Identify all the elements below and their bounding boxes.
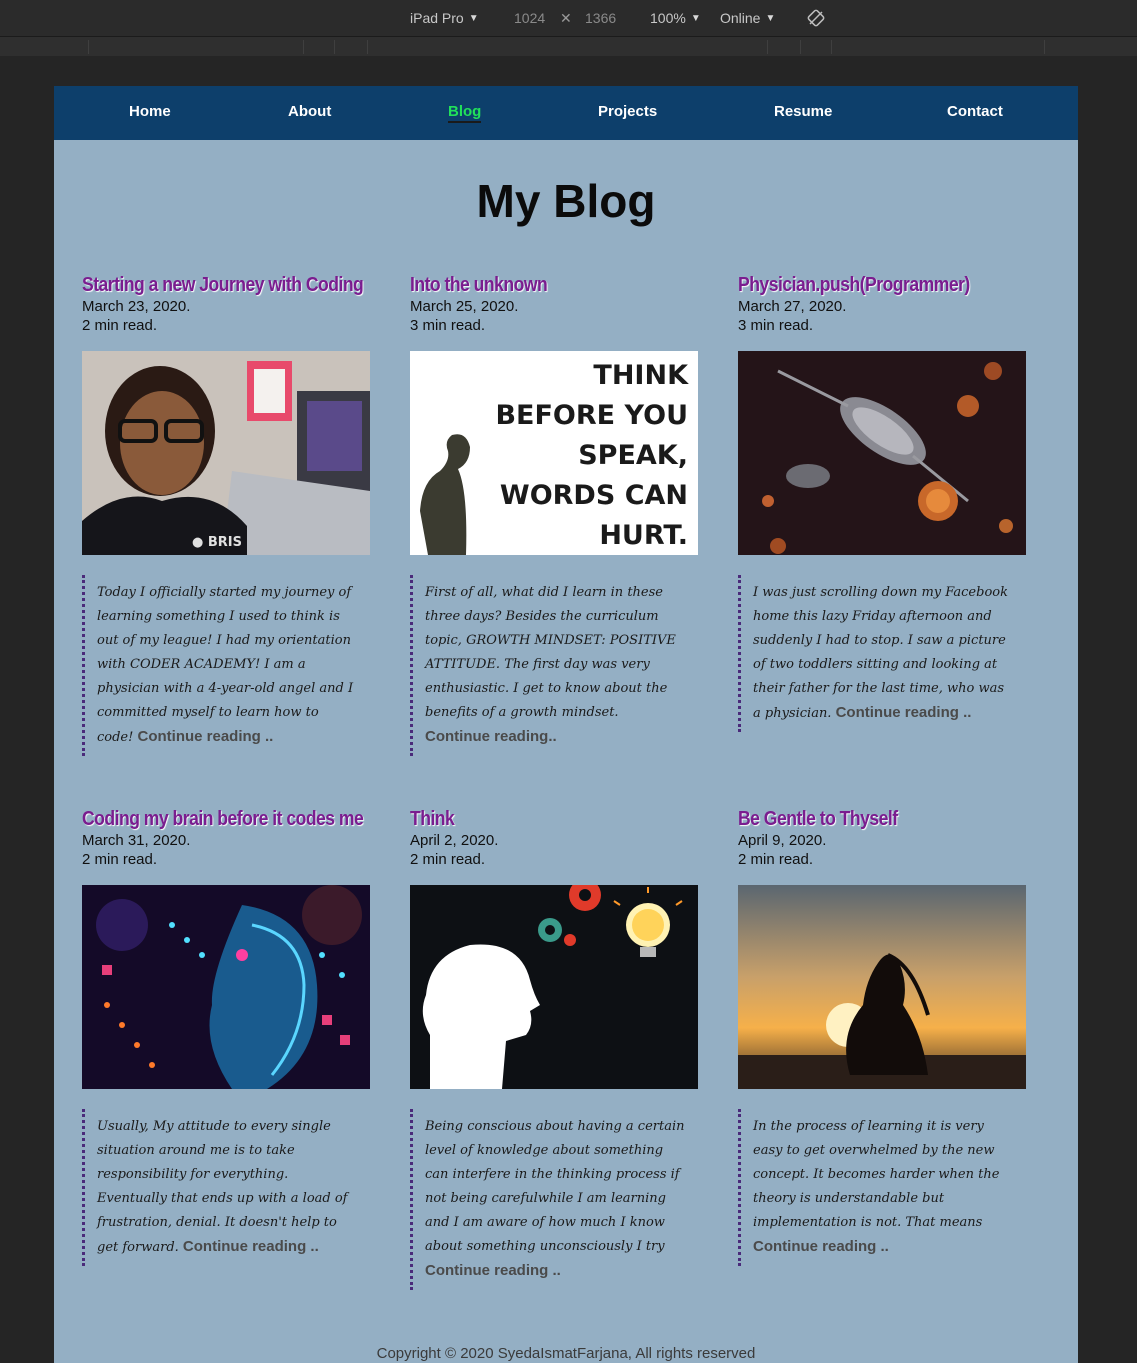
read-time: 2 min read.: [82, 851, 158, 868]
width-value: 1024: [514, 10, 546, 26]
device-toolbar: iPad Pro ▼ 1024 ✕ 1366 100% ▼ Online ▼: [0, 0, 1137, 37]
continue-reading-link[interactable]: Continue reading ..: [138, 728, 274, 745]
post-date: April 2, 2020.: [410, 832, 499, 849]
read-time: 2 min read.: [738, 851, 814, 868]
post-date: March 23, 2020.: [82, 298, 191, 315]
media-query-ruler: [0, 37, 1137, 56]
network-select[interactable]: Online ▼: [720, 10, 775, 26]
blog-card: Starting a new Journey with Coding March…: [82, 274, 372, 756]
blog-card: Into the unknown March 25, 2020. 3 min r…: [410, 274, 700, 756]
post-title[interactable]: Coding my brain before it codes me: [82, 808, 364, 831]
poster-line: SPEAK,: [578, 440, 688, 471]
post-image[interactable]: [738, 885, 1026, 1089]
excerpt-text: Being conscious about having a certain l…: [425, 1119, 685, 1254]
post-image[interactable]: [738, 351, 1026, 555]
continue-reading-link[interactable]: Continue reading ..: [836, 704, 972, 721]
zoom-select[interactable]: 100% ▼: [650, 10, 701, 26]
post-excerpt: In the process of learning it is very ea…: [738, 1109, 1015, 1266]
post-date: April 9, 2020.: [738, 832, 827, 849]
post-excerpt: First of all, what did I learn in these …: [410, 575, 687, 756]
nav-about[interactable]: About: [288, 103, 331, 120]
continue-reading-link[interactable]: Continue reading ..: [425, 1262, 561, 1279]
nav-home[interactable]: Home: [129, 103, 171, 120]
post-excerpt: I was just scrolling down my Facebook ho…: [738, 575, 1015, 732]
device-label: iPad Pro: [410, 10, 464, 26]
poster-line: WORDS CAN: [500, 480, 688, 511]
times-icon: ✕: [560, 10, 572, 26]
post-date: March 27, 2020.: [738, 298, 847, 315]
nav-resume[interactable]: Resume: [774, 103, 832, 120]
blog-card: Coding my brain before it codes me March…: [82, 808, 372, 1266]
nav-blog[interactable]: Blog: [448, 103, 482, 123]
continue-reading-link[interactable]: Continue reading ..: [183, 1238, 319, 1255]
device-select[interactable]: iPad Pro ▼: [410, 10, 479, 26]
continue-reading-link[interactable]: Continue reading..: [425, 728, 557, 745]
post-title[interactable]: Physician.push(Programmer): [738, 274, 970, 297]
post-image[interactable]: [410, 885, 698, 1089]
post-excerpt: Being conscious about having a certain l…: [410, 1109, 687, 1290]
chevron-down-icon: ▼: [468, 12, 479, 24]
height-value: 1366: [585, 10, 617, 26]
blog-card: Be Gentle to Thyself April 9, 2020. 2 mi…: [738, 808, 1028, 1266]
post-image[interactable]: THINK BEFORE YOU SPEAK, WORDS CAN HURT.: [410, 351, 698, 555]
nav-contact[interactable]: Contact: [947, 103, 1003, 120]
continue-reading-link[interactable]: Continue reading ..: [753, 1238, 889, 1255]
nav-projects[interactable]: Projects: [598, 103, 657, 120]
excerpt-text: Usually, My attitude to every single sit…: [97, 1119, 348, 1255]
rotate-icon[interactable]: [807, 9, 825, 27]
post-excerpt: Usually, My attitude to every single sit…: [82, 1109, 359, 1266]
post-date: March 25, 2020.: [410, 298, 519, 315]
post-title[interactable]: Into the unknown: [410, 274, 548, 297]
page-title: My Blog: [476, 175, 656, 227]
post-image[interactable]: ● BRIS: [82, 351, 370, 555]
read-time: 3 min read.: [738, 317, 814, 334]
excerpt-text: I was just scrolling down my Facebook ho…: [753, 585, 1008, 721]
read-time: 2 min read.: [82, 317, 158, 334]
poster-line: HURT.: [599, 520, 688, 551]
excerpt-text: Today I officially started my journey of…: [97, 585, 354, 745]
network-label: Online: [720, 10, 761, 26]
height-input[interactable]: 1366: [585, 10, 616, 26]
post-title[interactable]: Starting a new Journey with Coding: [82, 274, 364, 297]
page-viewport: Home About Blog Projects Resume Contact …: [54, 86, 1078, 1363]
post-title[interactable]: Think: [410, 808, 455, 831]
post-image[interactable]: [82, 885, 370, 1089]
excerpt-text: In the process of learning it is very ea…: [753, 1119, 1000, 1230]
post-excerpt: Today I officially started my journey of…: [82, 575, 359, 756]
poster-line: BEFORE YOU: [495, 400, 688, 431]
zoom-label: 100%: [650, 10, 686, 26]
svg-text:● BRIS: ● BRIS: [192, 535, 242, 550]
poster-line: THINK: [593, 360, 689, 391]
width-input[interactable]: 1024: [514, 10, 545, 26]
post-title[interactable]: Be Gentle to Thyself: [738, 808, 898, 831]
read-time: 3 min read.: [410, 317, 486, 334]
footer-copyright: Copyright © 2020 SyedaIsmatFarjana, All …: [376, 1345, 756, 1362]
excerpt-text: First of all, what did I learn in these …: [425, 585, 676, 720]
chevron-down-icon: ▼: [690, 12, 701, 24]
chevron-down-icon: ▼: [765, 12, 776, 24]
top-nav: Home About Blog Projects Resume Contact: [54, 86, 1078, 140]
read-time: 2 min read.: [410, 851, 486, 868]
blog-card: Physician.push(Programmer) March 27, 202…: [738, 274, 1028, 732]
blog-card: Think April 2, 2020. 2 min read. Being c…: [410, 808, 700, 1290]
post-date: March 31, 2020.: [82, 832, 191, 849]
